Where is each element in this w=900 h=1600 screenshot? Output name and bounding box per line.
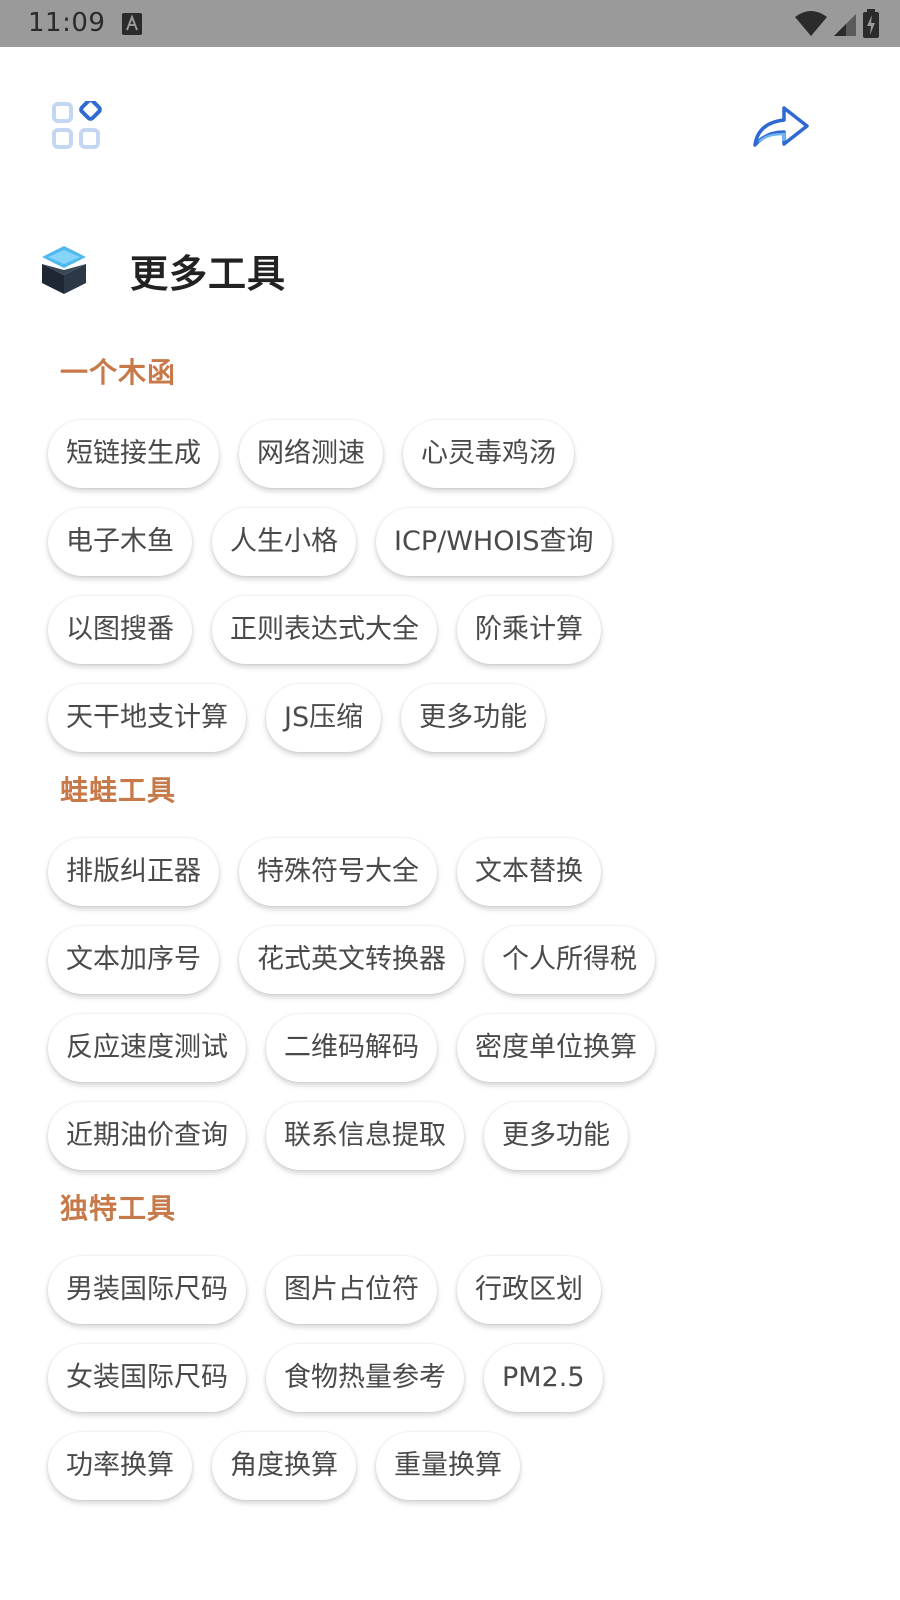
tool-section: 蛙蛙工具排版纠正器 特殊符号大全 文本替换文本加序号 花式英文转换器 个人所得税反应速度…: [0, 758, 900, 1190]
tool-chip[interactable]: 个人所得税: [484, 926, 655, 994]
tool-chip[interactable]: 反应速度测试: [48, 1014, 246, 1082]
tool-chip[interactable]: 更多功能: [484, 1102, 628, 1170]
tool-chip[interactable]: PM2.5: [484, 1344, 603, 1412]
tool-chip[interactable]: 行政区划: [457, 1256, 601, 1324]
tool-chip[interactable]: 以图搜番: [48, 596, 192, 664]
tool-chip[interactable]: 人生小格: [212, 508, 356, 576]
tool-sections: 一个木函短链接生成 网络测速 心灵毒鸡汤电子木鱼 人生小格 ICP/WHOIS查询以图搜…: [0, 340, 900, 1520]
wifi-icon: [795, 11, 827, 36]
section-title: 独特工具: [60, 1192, 177, 1225]
page-title: 更多工具: [130, 251, 287, 296]
tool-chip[interactable]: 功率换算: [48, 1432, 192, 1500]
tool-chip[interactable]: 角度换算: [212, 1432, 356, 1500]
tool-chip[interactable]: 二维码解码: [266, 1014, 437, 1082]
tool-chip[interactable]: 食物热量参考: [266, 1344, 464, 1412]
apps-grid-icon[interactable]: [52, 101, 102, 151]
chip-list: 短链接生成 网络测速 心灵毒鸡汤电子木鱼 人生小格 ICP/WHOIS查询以图搜番 正则表…: [48, 420, 748, 772]
tool-chip[interactable]: 女装国际尺码: [48, 1344, 246, 1412]
tool-chip[interactable]: 电子木鱼: [48, 508, 192, 576]
title-row: 更多工具: [40, 240, 286, 300]
tool-chip[interactable]: 密度单位换算: [457, 1014, 655, 1082]
tool-chip[interactable]: 图片占位符: [266, 1256, 437, 1324]
status-bar: 11:09: [0, 0, 900, 47]
section-title: 蛙蛙工具: [60, 774, 177, 807]
status-icons: [794, 9, 880, 39]
signal-icon: [834, 14, 856, 36]
tool-chip[interactable]: 重量换算: [376, 1432, 520, 1500]
tool-chip[interactable]: 近期油价查询: [48, 1102, 246, 1170]
tool-section: 一个木函短链接生成 网络测速 心灵毒鸡汤电子木鱼 人生小格 ICP/WHOIS查询以图搜…: [0, 340, 900, 772]
tool-chip[interactable]: JS压缩: [266, 684, 382, 752]
a-icon: [122, 13, 142, 35]
tool-chip[interactable]: 阶乘计算: [457, 596, 601, 664]
share-arrow-icon[interactable]: [752, 103, 810, 149]
tool-chip[interactable]: 文本替换: [457, 838, 601, 906]
status-time: 11:09: [28, 8, 106, 38]
top-bar: [0, 47, 900, 207]
tool-chip[interactable]: 花式英文转换器: [239, 926, 464, 994]
chip-list: 男装国际尺码 图片占位符 行政区划女装国际尺码 食物热量参考 PM2.5 功率换算 角度换算…: [48, 1256, 748, 1520]
tool-chip[interactable]: 文本加序号: [48, 926, 219, 994]
tool-chip[interactable]: 心灵毒鸡汤: [403, 420, 574, 488]
tool-chip[interactable]: 特殊符号大全: [239, 838, 437, 906]
tool-chip[interactable]: 联系信息提取: [266, 1102, 464, 1170]
tool-section: 独特工具男装国际尺码 图片占位符 行政区划女装国际尺码 食物热量参考 PM2.5 功率换算…: [0, 1176, 900, 1520]
chip-list: 排版纠正器 特殊符号大全 文本替换文本加序号 花式英文转换器 个人所得税反应速度测试 二维…: [48, 838, 748, 1190]
tool-chip[interactable]: 天干地支计算: [48, 684, 246, 752]
battery-charging-icon: [863, 9, 879, 38]
tool-chip[interactable]: 更多功能: [401, 684, 546, 752]
section-title: 一个木函: [60, 356, 177, 389]
tool-chip[interactable]: 短链接生成: [48, 420, 219, 488]
tool-chip[interactable]: ICP/WHOIS查询: [376, 508, 612, 576]
tool-chip[interactable]: 正则表达式大全: [212, 596, 437, 664]
tool-chip[interactable]: 网络测速: [239, 420, 383, 488]
tool-chip[interactable]: 男装国际尺码: [48, 1256, 246, 1324]
cube-box-icon: [42, 246, 86, 294]
tool-chip[interactable]: 排版纠正器: [48, 838, 219, 906]
